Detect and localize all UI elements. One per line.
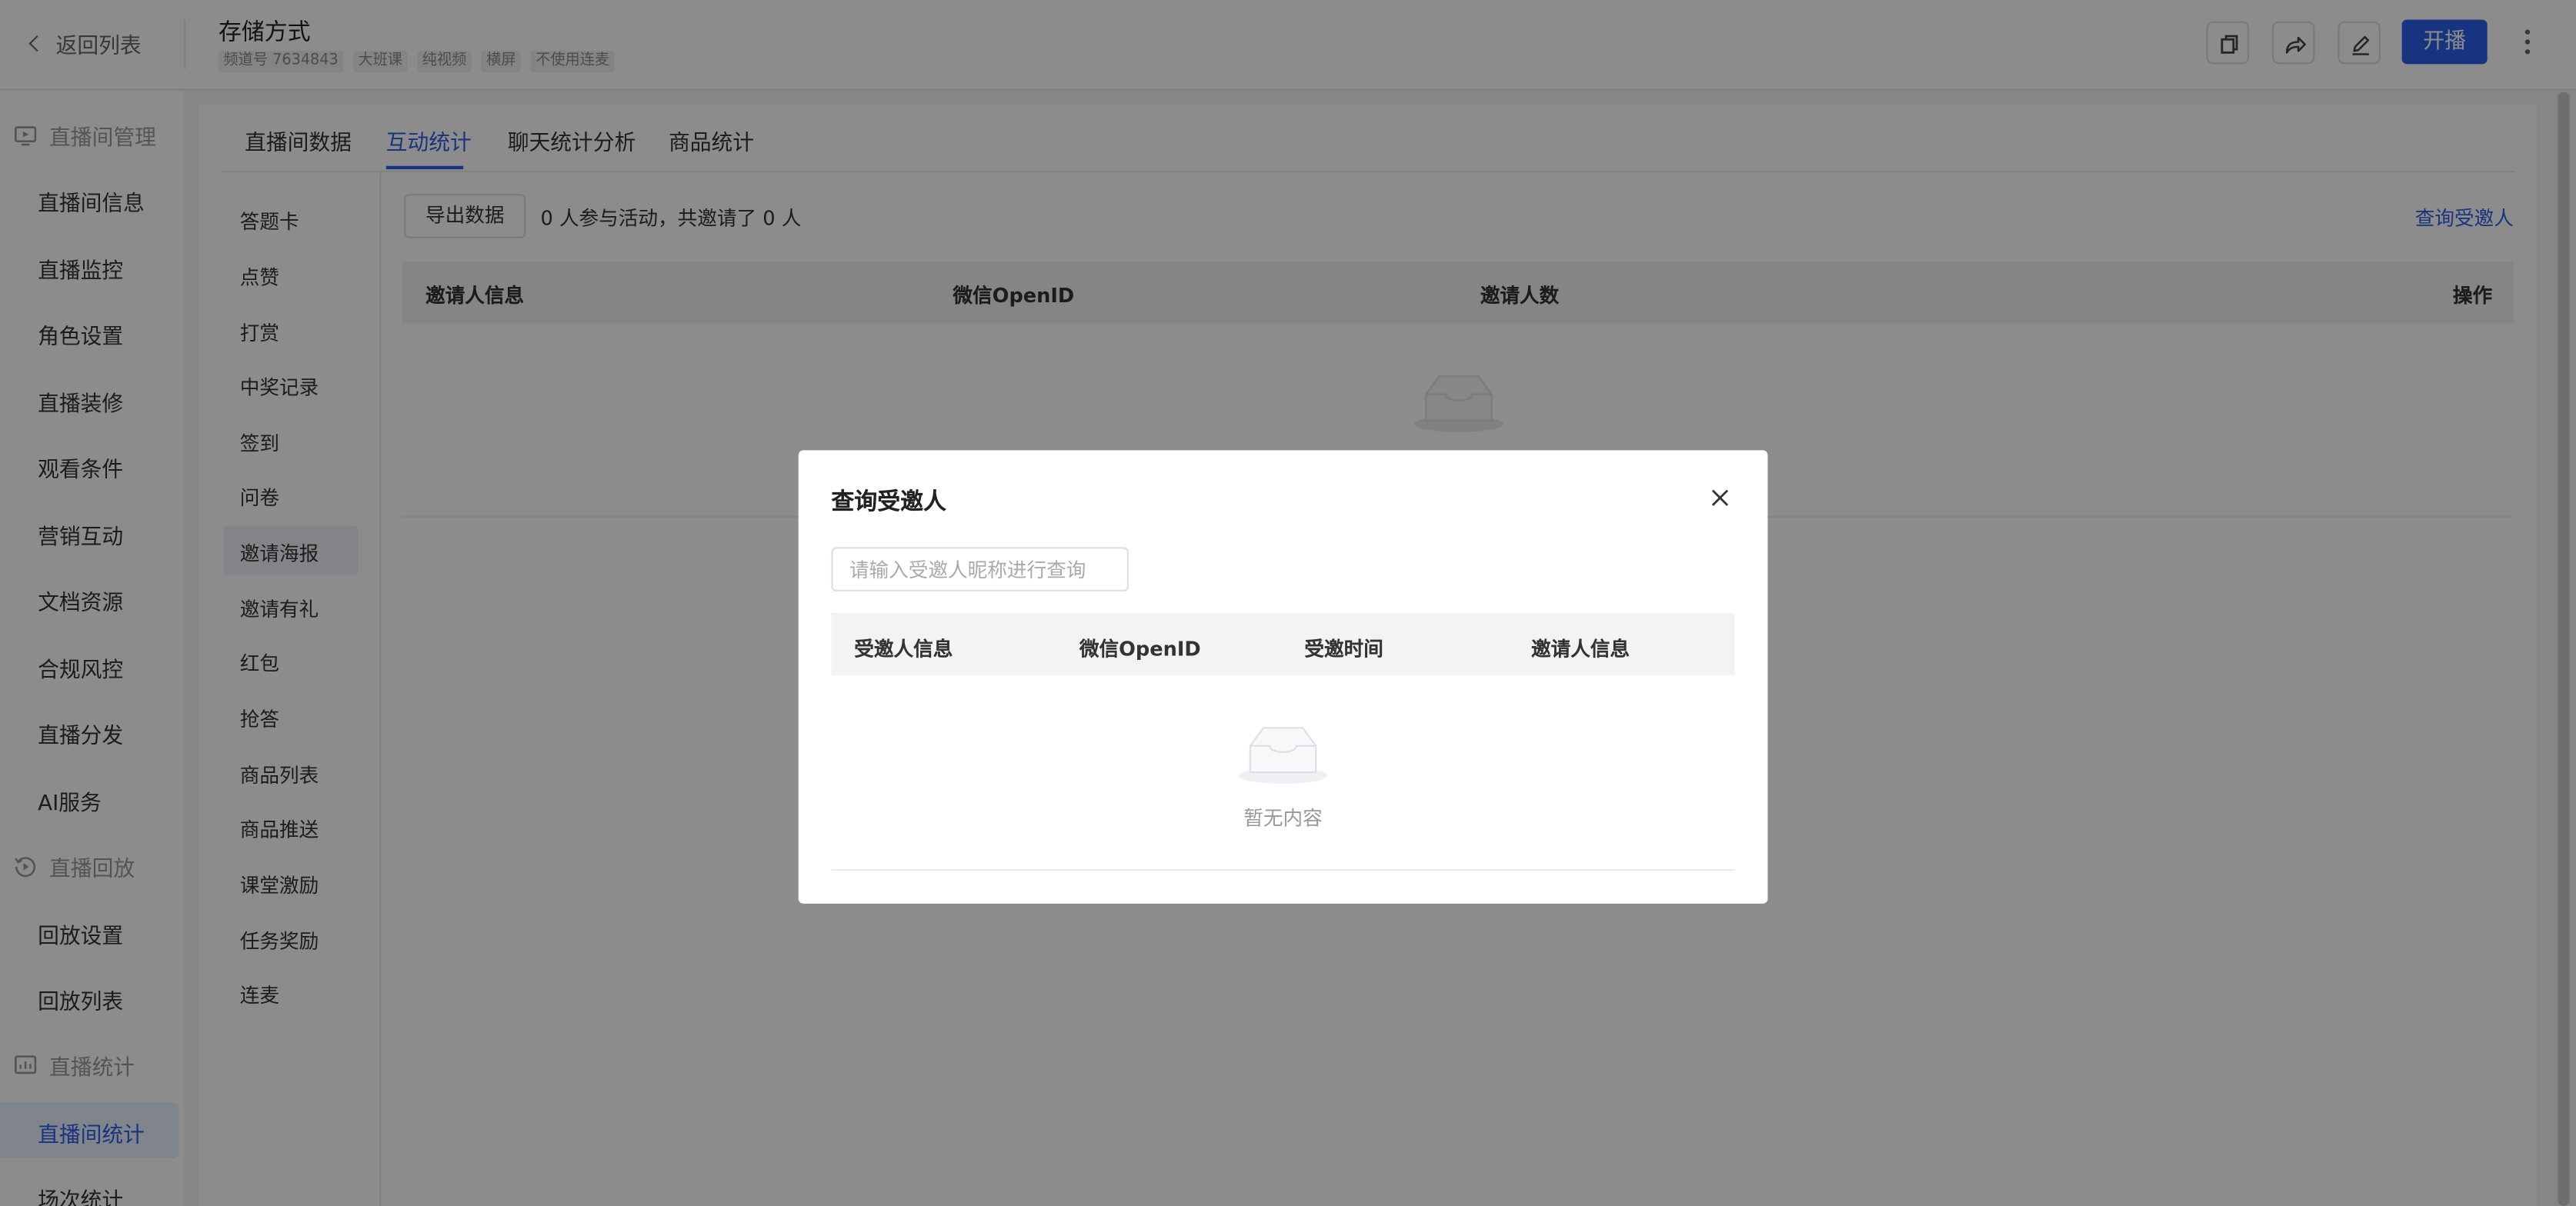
invitee-search-input[interactable]: [831, 547, 1129, 592]
column-inviter-info: 邀请人信息: [1531, 637, 1630, 661]
empty-inbox-icon: [1238, 727, 1328, 784]
app-window: 返回列表 存储方式 频道号 7634843 大班课 纯视频 横屏 不使用连麦 开…: [0, 0, 2576, 1206]
column-invited-time: 受邀时间: [1304, 637, 1383, 661]
close-icon[interactable]: [1707, 485, 1733, 511]
empty-state-text: 暂无内容: [1243, 806, 1323, 830]
column-wechat-openid: 微信OpenID: [1079, 637, 1201, 661]
column-invitee-info: 受邀人信息: [854, 637, 953, 661]
dialog-table-divider: [831, 869, 1735, 871]
query-invitee-dialog: 查询受邀人 受邀人信息 微信OpenID 受邀时间 邀请人信息 暂无内容: [798, 450, 1768, 904]
dialog-title: 查询受邀人: [831, 489, 946, 516]
